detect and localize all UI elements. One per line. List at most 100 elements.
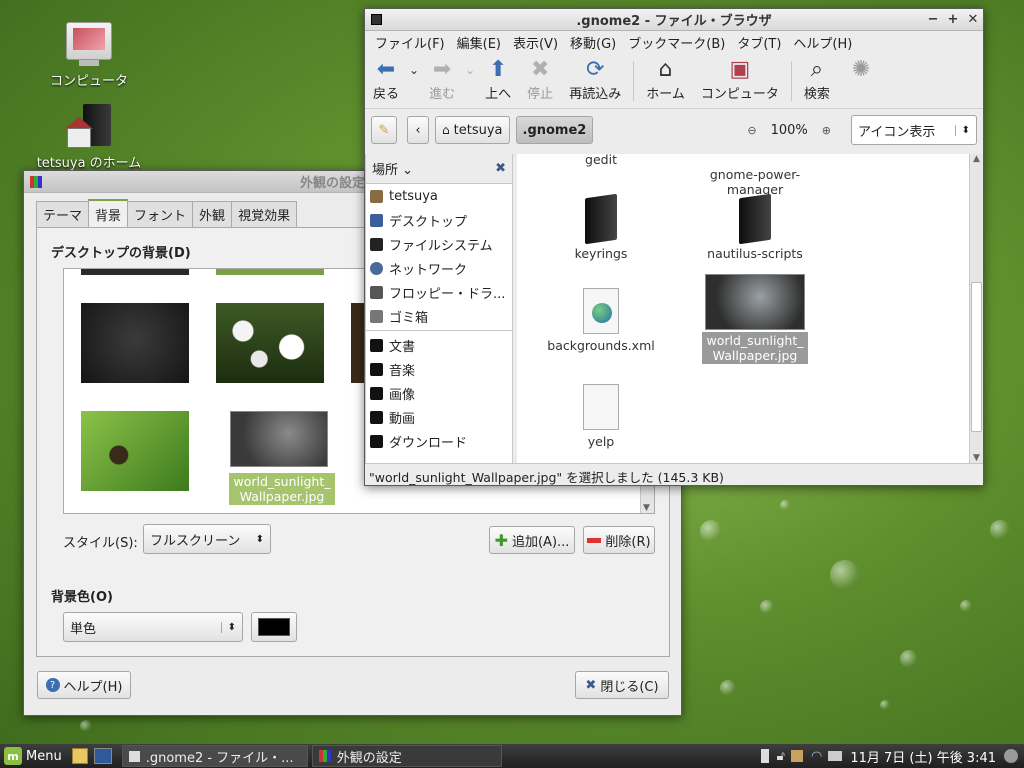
desktop-icon-home[interactable]: tetsuya のホーム bbox=[24, 104, 154, 171]
folder-document-icon bbox=[583, 384, 619, 430]
close-sidebar-icon[interactable]: ✖ bbox=[495, 161, 506, 176]
chevron-down-icon: ⌄ bbox=[465, 63, 476, 77]
desktop-icon-computer[interactable]: コンピュータ bbox=[24, 22, 154, 89]
up-button[interactable]: ⬆ 上へ bbox=[477, 57, 519, 102]
file-item-keyrings[interactable]: keyrings bbox=[536, 196, 666, 261]
keyboard-icon[interactable] bbox=[828, 751, 843, 761]
help-button[interactable]: ? ヘルプ(H) bbox=[37, 671, 131, 699]
browser-titlebar[interactable]: .gnome2 - ファイル・ブラウザ − + ✕ bbox=[365, 9, 983, 31]
menu-help[interactable]: ヘルプ(H) bbox=[787, 33, 858, 52]
lock-icon[interactable]: 🔓︎ bbox=[777, 749, 785, 764]
file-item-gedit[interactable]: gedit bbox=[536, 154, 666, 167]
search-button[interactable]: ⌕ 検索 bbox=[796, 57, 838, 102]
add-button[interactable]: ✚ 追加(A)... bbox=[489, 526, 575, 554]
scroll-down-arrow-icon[interactable]: ▼ bbox=[643, 503, 650, 513]
file-item-world-sunlight-wallpaper[interactable]: world_sunlight_ Wallpaper.jpg bbox=[690, 274, 820, 364]
folder-icon bbox=[370, 338, 383, 352]
zoom-out-button[interactable]: ⊖ bbox=[747, 124, 756, 137]
tab-interface[interactable]: 外観 bbox=[192, 201, 233, 227]
task-file-browser[interactable]: .gnome2 - ファイル・... bbox=[121, 745, 308, 767]
wifi-icon[interactable]: ◠ bbox=[811, 749, 822, 764]
menu-bookmarks[interactable]: ブックマーク(B) bbox=[622, 33, 731, 52]
menu-file[interactable]: ファイル(F) bbox=[369, 33, 451, 52]
menu-view[interactable]: 表示(V) bbox=[507, 33, 564, 52]
launcher-terminal-icon[interactable] bbox=[93, 748, 112, 764]
reload-button[interactable]: ⟳ 再読込み bbox=[561, 57, 629, 102]
minimize-button[interactable]: − bbox=[923, 12, 943, 27]
search-icon: ⌕ bbox=[810, 57, 824, 82]
computer-button[interactable]: ▣ コンピュータ bbox=[693, 57, 787, 102]
path-crumb-gnome2[interactable]: .gnome2 bbox=[515, 116, 594, 144]
scroll-up-arrow-icon[interactable]: ▲ bbox=[970, 154, 983, 164]
close-button[interactable]: ✖ 閉じる(C) bbox=[575, 671, 669, 699]
stop-button[interactable]: ✖ 停止 bbox=[519, 57, 561, 102]
sidebar-item-network[interactable]: ネットワーク bbox=[366, 256, 512, 280]
sidebar-item-desktop[interactable]: デスクトップ bbox=[366, 208, 512, 232]
task-label: 外観の設定 bbox=[336, 750, 402, 766]
bgcolor-dropdown[interactable]: 単色 ⬍ bbox=[63, 612, 243, 642]
desktop-icon bbox=[370, 213, 383, 227]
sidebar-item-filesystem[interactable]: ファイルシステム bbox=[366, 232, 512, 256]
wallpaper-thumb-selected[interactable] bbox=[230, 411, 328, 467]
forward-history-dropdown[interactable]: ⌄ bbox=[463, 57, 477, 83]
sidebar-item-floppy[interactable]: フロッピー・ドラ... bbox=[366, 280, 512, 304]
tab-theme[interactable]: テーマ bbox=[36, 201, 90, 227]
close-window-button[interactable]: ✕ bbox=[963, 12, 983, 27]
wallpaper-thumb[interactable] bbox=[81, 303, 189, 383]
wallpaper-thumb[interactable] bbox=[81, 411, 189, 491]
wallpaper-thumb[interactable] bbox=[351, 303, 365, 383]
sidebar-bookmark-pictures[interactable]: 画像 bbox=[366, 381, 512, 405]
forward-button[interactable]: ➡ 進む bbox=[421, 57, 463, 102]
scroll-thumb[interactable] bbox=[971, 282, 982, 432]
view-mode-dropdown[interactable]: アイコン表示 ⬍ bbox=[851, 115, 977, 145]
zoom-in-button[interactable]: ⊕ bbox=[822, 124, 831, 137]
menu-tabs[interactable]: タブ(T) bbox=[731, 33, 787, 52]
computer-label: コンピュータ bbox=[700, 87, 779, 102]
home-folder-icon bbox=[65, 104, 111, 148]
usb-icon[interactable] bbox=[760, 749, 769, 763]
network-status-icon[interactable] bbox=[1004, 749, 1018, 763]
task-appearance[interactable]: 外観の設定 bbox=[311, 745, 502, 767]
back-button[interactable]: ⬅ 戻る bbox=[365, 57, 407, 102]
file-item-gnome-power-manager[interactable]: gnome-power- manager bbox=[690, 154, 820, 197]
wallpaper-thumb[interactable] bbox=[216, 303, 324, 383]
back-history-dropdown[interactable]: ⌄ bbox=[407, 57, 421, 83]
style-dropdown[interactable]: フルスクリーン ⬍ bbox=[143, 524, 271, 554]
sidebar-item-home[interactable]: tetsuya bbox=[366, 184, 512, 208]
sidebar-divider bbox=[366, 330, 512, 331]
maximize-button[interactable]: + bbox=[943, 12, 963, 27]
file-item-nautilus-scripts[interactable]: nautilus-scripts bbox=[690, 196, 820, 261]
zoom-level[interactable]: 100% bbox=[763, 123, 816, 138]
toggle-location-button[interactable]: ✎ bbox=[371, 116, 397, 144]
sidebar-bookmark-downloads[interactable]: ダウンロード bbox=[366, 429, 512, 453]
stop-label: 停止 bbox=[527, 87, 554, 102]
window-menu-icon[interactable] bbox=[371, 14, 382, 25]
tab-background[interactable]: 背景 bbox=[88, 199, 129, 227]
sidebar-bookmark-videos[interactable]: 動画 bbox=[366, 405, 512, 429]
menu-edit[interactable]: 編集(E) bbox=[451, 33, 507, 52]
wallpaper-thumb[interactable] bbox=[216, 269, 324, 275]
package-icon[interactable] bbox=[790, 750, 803, 762]
sidebar-item-label: 動画 bbox=[389, 411, 416, 427]
sidebar-item-trash[interactable]: ゴミ箱 bbox=[366, 304, 512, 328]
file-item-yelp[interactable]: yelp bbox=[536, 384, 666, 449]
sidebar-bookmark-music[interactable]: 音楽 bbox=[366, 357, 512, 381]
remove-button[interactable]: 削除(R) bbox=[583, 526, 655, 554]
home-button[interactable]: ⌂ ホーム bbox=[638, 57, 693, 102]
menu-button[interactable]: m Menu bbox=[0, 747, 66, 765]
view-mode-value: アイコン表示 bbox=[858, 124, 936, 140]
launcher-files-icon[interactable] bbox=[71, 748, 88, 764]
path-left-button[interactable]: ‹ bbox=[407, 116, 429, 144]
places-dropdown[interactable]: 場所 ⌄ bbox=[372, 159, 413, 178]
path-crumb-tetsuya[interactable]: ⌂ tetsuya bbox=[435, 116, 510, 144]
clock[interactable]: 11月 7日 (土) 午後 3:41 bbox=[850, 747, 996, 766]
file-item-backgrounds-xml[interactable]: backgrounds.xml bbox=[536, 288, 666, 353]
sidebar-bookmark-documents[interactable]: 文書 bbox=[366, 333, 512, 357]
wallpaper-thumb[interactable] bbox=[81, 269, 189, 275]
menu-go[interactable]: 移動(G) bbox=[564, 33, 622, 52]
tab-fonts[interactable]: フォント bbox=[127, 201, 194, 227]
file-view-scrollbar[interactable]: ▲ ▼ bbox=[969, 154, 983, 463]
tab-visual-effects[interactable]: 視覚効果 bbox=[231, 201, 298, 227]
color-picker-button[interactable] bbox=[251, 612, 297, 642]
scroll-down-arrow-icon[interactable]: ▼ bbox=[970, 453, 983, 463]
